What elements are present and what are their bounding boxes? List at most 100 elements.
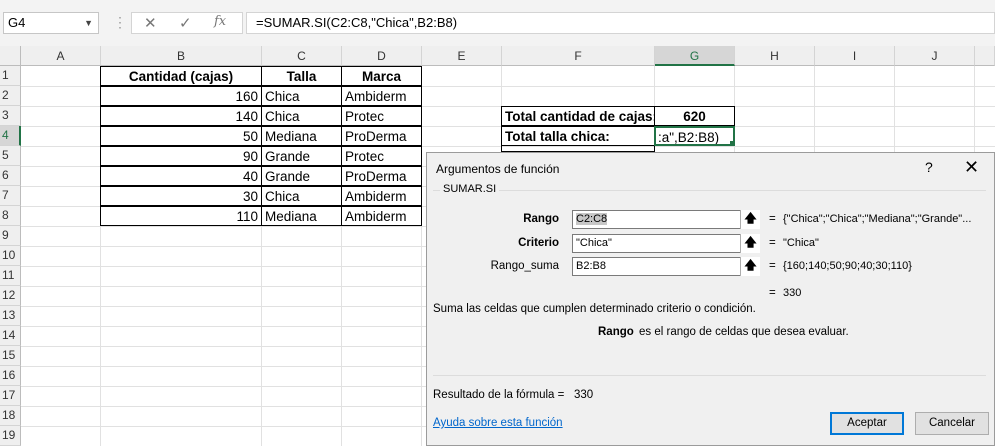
cancel-button[interactable]: Cancelar [915,412,989,435]
row-header-9[interactable]: 9 [0,226,21,246]
arg-result-criterio: "Chica" [783,237,819,249]
table-cell[interactable]: 90 [100,146,262,166]
help-link[interactable]: Ayuda sobre esta función [433,417,563,429]
arg-result-rango: {"Chica";"Chica";"Mediana";"Grande"... [783,213,972,225]
row-header-14[interactable]: 14 [0,326,21,346]
table-cell[interactable]: Mediana [261,206,342,226]
column-header-d[interactable]: D [342,46,422,66]
table-cell[interactable]: Chica [261,86,342,106]
row-header-15[interactable]: 15 [0,346,21,366]
arg-input-value: B2:B8 [576,260,606,272]
table-cell[interactable]: Protec [341,106,422,126]
chevron-down-icon[interactable]: ▼ [84,13,93,33]
row-header-3[interactable]: 3 [0,106,21,126]
arg-label-criterio: Criterio [518,237,559,249]
arg-input-value: "Chica" [576,237,612,249]
row-header-19[interactable]: 19 [0,426,21,446]
function-arguments-dialog: Argumentos de función ? ✕ SUMAR.SI Rango… [426,152,995,446]
table-cell[interactable]: Ambiderm [341,206,422,226]
row-header-17[interactable]: 17 [0,386,21,406]
table-cell[interactable]: ProDerma [341,126,422,146]
column-header-b[interactable]: B [101,46,262,66]
table-cell[interactable]: Grande [261,166,342,186]
arg-label-rango-suma: Rango_suma [490,260,559,272]
column-header-h[interactable]: H [735,46,815,66]
column-header-e[interactable]: E [422,46,502,66]
equals-sign: = [769,260,776,272]
active-cell-g4[interactable]: :a",B2:B8) [654,126,735,146]
total-small-label[interactable]: Total talla chica: [501,126,655,146]
table-cell[interactable]: Chica [261,186,342,206]
table-cell[interactable]: Chica [261,106,342,126]
enter-icon[interactable]: ✓ [179,14,192,32]
table-cell[interactable]: 30 [100,186,262,206]
row-header-18[interactable]: 18 [0,406,21,426]
name-box[interactable]: G4 ▼ [3,12,99,34]
total-boxes-label[interactable]: Total cantidad de cajas: [501,106,655,126]
table-cell[interactable]: Grande [261,146,342,166]
table-cell[interactable]: ProDerma [341,166,422,186]
table-cell[interactable]: 110 [100,206,262,226]
table-cell[interactable]: 40 [100,166,262,186]
formula-buttons: ✕ ✓ fx [131,12,243,34]
column-header-i[interactable]: I [815,46,895,66]
row-header-11[interactable]: 11 [0,266,21,286]
row-header-16[interactable]: 16 [0,366,21,386]
function-description: Suma las celdas que cumplen determinado … [433,303,756,315]
table-cell[interactable]: 140 [100,106,262,126]
row-header-10[interactable]: 10 [0,246,21,266]
column-header-j[interactable]: J [895,46,975,66]
row-header-12[interactable]: 12 [0,286,21,306]
total-boxes-value[interactable]: 620 [654,106,735,126]
collapse-dialog-icon[interactable]: 🡅 [740,210,760,229]
table-cell[interactable]: Ambiderm [341,86,422,106]
row-header-1[interactable]: 1 [0,66,21,86]
column-header-f[interactable]: F [502,46,655,66]
help-icon[interactable]: ? [925,159,933,175]
row-header-4[interactable]: 4 [0,126,21,146]
arg-input-rango-suma[interactable]: B2:B8 [572,257,760,276]
formula-result-label: Resultado de la fórmula = [433,389,565,401]
arg-input-rango[interactable]: C2:C8 [572,210,760,229]
function-result: 330 [783,287,802,299]
formula-result: Resultado de la fórmula = 330 [433,389,593,401]
arg-input-value: C2:C8 [576,213,608,225]
table-cell[interactable]: Ambiderm [341,186,422,206]
insert-function-icon[interactable]: fx [214,14,226,29]
active-cell-text: :a",B2:B8) [658,130,720,145]
row-header-7[interactable]: 7 [0,186,21,206]
ok-button[interactable]: Aceptar [830,412,904,435]
row-header-13[interactable]: 13 [0,306,21,326]
formula-bar: G4 ▼ ⋮ ✕ ✓ fx =SUMAR.SI(C2:C8,"Chica",B2… [0,0,995,46]
equals-sign: = [769,237,776,249]
row-header-6[interactable]: 6 [0,166,21,186]
table-header-cell[interactable]: Marca [341,66,422,86]
arg-hint-label: Rango [598,326,634,338]
column-header-k[interactable] [975,46,995,66]
select-all-corner[interactable] [0,46,21,66]
table-cell[interactable]: Protec [341,146,422,166]
table-cell[interactable]: Mediana [261,126,342,146]
arg-hint-text: es el rango de celdas que desea evaluar. [639,326,849,338]
column-header-a[interactable]: A [21,46,101,66]
table-header-cell[interactable]: Cantidad (cajas) [100,66,262,86]
column-header-g[interactable]: G [655,46,735,66]
formula-input[interactable]: =SUMAR.SI(C2:C8,"Chica",B2:B8) [246,12,995,34]
arg-input-criterio[interactable]: "Chica" [572,234,760,253]
fill-handle[interactable] [729,140,733,144]
row-header-5[interactable]: 5 [0,146,21,166]
equals-sign: = [769,287,776,299]
row-header-8[interactable]: 8 [0,206,21,226]
column-header-c[interactable]: C [262,46,342,66]
close-icon[interactable]: ✕ [964,157,979,178]
collapse-dialog-icon[interactable]: 🡅 [740,234,760,253]
collapse-dialog-icon[interactable]: 🡅 [740,257,760,276]
drag-handle-icon[interactable]: ⋮ [113,14,127,31]
table-cell[interactable]: 160 [100,86,262,106]
row-header-2[interactable]: 2 [0,86,21,106]
table-header-cell[interactable]: Talla [261,66,342,86]
divider [433,375,986,376]
cancel-icon[interactable]: ✕ [144,14,157,32]
table-cell[interactable]: 50 [100,126,262,146]
arg-result-rango-suma: {160;140;50;90;40;30;110} [783,260,912,272]
